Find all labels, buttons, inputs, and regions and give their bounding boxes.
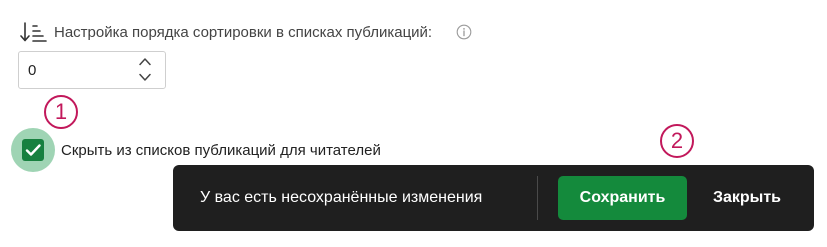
unsaved-changes-bar: У вас есть несохранённые изменения Сохра… bbox=[173, 165, 814, 231]
divider bbox=[537, 176, 538, 220]
callout-marker-1: 1 bbox=[44, 95, 78, 129]
hide-from-readers-checkbox[interactable] bbox=[22, 139, 44, 161]
callout-marker-2: 2 bbox=[660, 124, 694, 158]
sort-order-icon bbox=[20, 22, 47, 42]
checkmark-icon bbox=[25, 144, 41, 156]
close-button[interactable]: Закрыть bbox=[697, 176, 797, 220]
chevron-up-icon[interactable] bbox=[139, 57, 151, 66]
chevron-down-icon[interactable] bbox=[139, 73, 151, 82]
save-button[interactable]: Сохранить bbox=[558, 176, 687, 220]
unsaved-changes-message: У вас есть несохранённые изменения bbox=[200, 189, 483, 206]
sort-order-input[interactable]: 0 bbox=[18, 51, 166, 89]
sort-setting-label: Настройка порядка сортировки в списках п… bbox=[54, 24, 433, 41]
sort-order-value[interactable]: 0 bbox=[28, 62, 36, 80]
info-icon[interactable] bbox=[456, 24, 472, 40]
hide-from-readers-label[interactable]: Скрыть из списков публикаций для читател… bbox=[61, 142, 381, 160]
